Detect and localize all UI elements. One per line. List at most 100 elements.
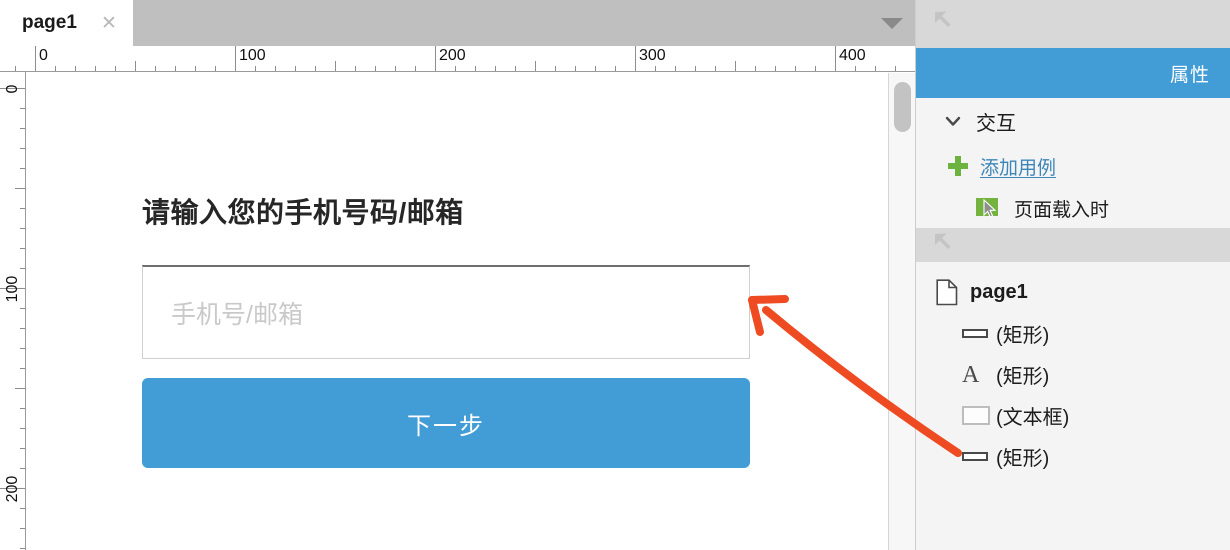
design-canvas[interactable]: 请输入您的手机号码/邮箱 手机号/邮箱 下一步 [27, 73, 888, 550]
ruler-tick [235, 46, 236, 71]
mockup-phone-email-input[interactable]: 手机号/邮箱 [142, 265, 750, 359]
ruler-tick [395, 66, 396, 71]
ruler-tick [295, 66, 296, 71]
ruler-tick [335, 61, 336, 71]
ruler-tick [695, 66, 696, 71]
ruler-tick [135, 61, 136, 71]
event-row-page-load[interactable]: 页面载入时 [916, 188, 1230, 228]
outline-item-textbox[interactable]: (文本框) [916, 395, 1230, 436]
ruler-tick [755, 66, 756, 71]
outline-item-rectangle-1[interactable]: (矩形) [916, 313, 1230, 354]
ruler-tick [55, 66, 56, 71]
outline-item-page1[interactable]: page1 [916, 272, 1230, 313]
ruler-tick [355, 66, 356, 71]
ruler-tick [495, 66, 496, 71]
tab-page1-label: page1 [22, 12, 77, 33]
plus-icon [948, 156, 968, 176]
ruler-tick [215, 66, 216, 71]
properties-panel-body: 交互 添加用例 页面载入时 [916, 98, 1230, 228]
ruler-tick [15, 188, 25, 189]
ruler-tick [20, 168, 25, 169]
ruler-label: 400 [839, 47, 866, 64]
add-use-case-button[interactable]: 添加用例 [916, 144, 1230, 188]
ruler-tick [20, 428, 25, 429]
ruler-tick [20, 408, 25, 409]
properties-panel-title: 属性 [1169, 64, 1210, 86]
ruler-tick [875, 66, 876, 71]
ruler-tick [475, 66, 476, 71]
mockup-next-step-button[interactable]: 下一步 [142, 378, 750, 468]
ruler-label: 200 [4, 475, 21, 503]
mockup-input-placeholder: 手机号/邮箱 [171, 300, 303, 329]
ruler-tick [20, 528, 25, 529]
ruler-tick [20, 368, 25, 369]
outline-item-rectangle-2[interactable]: A (矩形) [916, 354, 1230, 395]
outline-item-label: (文本框) [996, 407, 1070, 429]
ruler-tick [735, 61, 736, 71]
collapse-arrow-icon[interactable] [931, 230, 957, 256]
right-panel: 属性 交互 添加用例 页面载入时 page1 (矩形) A (矩形) (文本框)… [915, 0, 1230, 550]
ruler-tick [775, 66, 776, 71]
ruler-tick [815, 66, 816, 71]
ruler-tick [635, 46, 636, 71]
application-window: page1 ✕ 0 100 200 300 400 0 100 200 请输入您的手机号码/… [0, 0, 1230, 550]
ruler-tick [175, 66, 176, 71]
ruler-tick [195, 66, 196, 71]
ruler-tick [835, 46, 836, 71]
section-interaction[interactable]: 交互 [916, 98, 1230, 144]
ruler-tick [20, 208, 25, 209]
mockup-title: 请输入您的手机号码/邮箱 [142, 197, 464, 228]
ruler-label: 0 [39, 47, 48, 64]
ruler-tick [515, 66, 516, 71]
outline-item-rectangle-3[interactable]: (矩形) [916, 436, 1230, 477]
ruler-tick [315, 66, 316, 71]
section-interaction-label: 交互 [976, 112, 1016, 135]
ruler-label: 300 [639, 47, 666, 64]
outline-tree: page1 (矩形) A (矩形) (文本框) (矩形) [916, 262, 1230, 477]
outline-panel-handle[interactable] [916, 228, 1230, 262]
ruler-tick [15, 66, 16, 71]
ruler-tick [20, 148, 25, 149]
ruler-tick [20, 128, 25, 129]
mockup-next-step-label: 下一步 [407, 412, 485, 440]
ruler-tick [795, 66, 796, 71]
canvas-scrollbar-thumb[interactable] [894, 82, 911, 132]
text-letter-a-icon: A [962, 361, 980, 388]
rectangle-flat-icon [962, 452, 996, 461]
ruler-tick [95, 66, 96, 71]
ruler-tick [375, 66, 376, 71]
ruler-tick [595, 66, 596, 71]
chevron-down-icon[interactable] [944, 112, 962, 130]
ruler-tick [155, 66, 156, 71]
horizontal-ruler: 0 100 200 300 400 [0, 46, 915, 72]
ruler-tick [415, 66, 416, 71]
canvas-vertical-scrollbar[interactable] [888, 73, 915, 550]
ruler-tick [535, 61, 536, 71]
ruler-tick [20, 448, 25, 449]
chevron-down-icon[interactable] [881, 16, 903, 30]
ruler-tick [435, 46, 436, 71]
collapse-arrow-icon[interactable] [931, 8, 957, 34]
editor-area: page1 ✕ 0 100 200 300 400 0 100 200 请输入您的手机号码/… [0, 0, 915, 550]
properties-panel-handle[interactable] [916, 0, 1230, 48]
ruler-tick [115, 66, 116, 71]
ruler-tick [575, 66, 576, 71]
tab-strip: page1 ✕ [0, 0, 915, 46]
outline-item-label: (矩形) [996, 325, 1050, 347]
ruler-tick [895, 66, 896, 71]
ruler-label: 200 [439, 47, 466, 64]
ruler-label: 100 [239, 47, 266, 64]
ruler-tick [455, 66, 456, 71]
ruler-label: 0 [4, 84, 21, 94]
ruler-tick [15, 388, 25, 389]
tab-close-icon[interactable]: ✕ [100, 14, 118, 33]
ruler-tick [35, 46, 36, 71]
ruler-tick [20, 548, 25, 549]
ruler-tick [20, 248, 25, 249]
ruler-tick [255, 66, 256, 71]
ruler-tick [675, 66, 676, 71]
vertical-ruler: 0 100 200 [0, 72, 26, 550]
ruler-label: 100 [4, 275, 21, 303]
outline-item-label: page1 [970, 281, 1028, 303]
event-row-page-load-label: 页面载入时 [1014, 199, 1110, 221]
